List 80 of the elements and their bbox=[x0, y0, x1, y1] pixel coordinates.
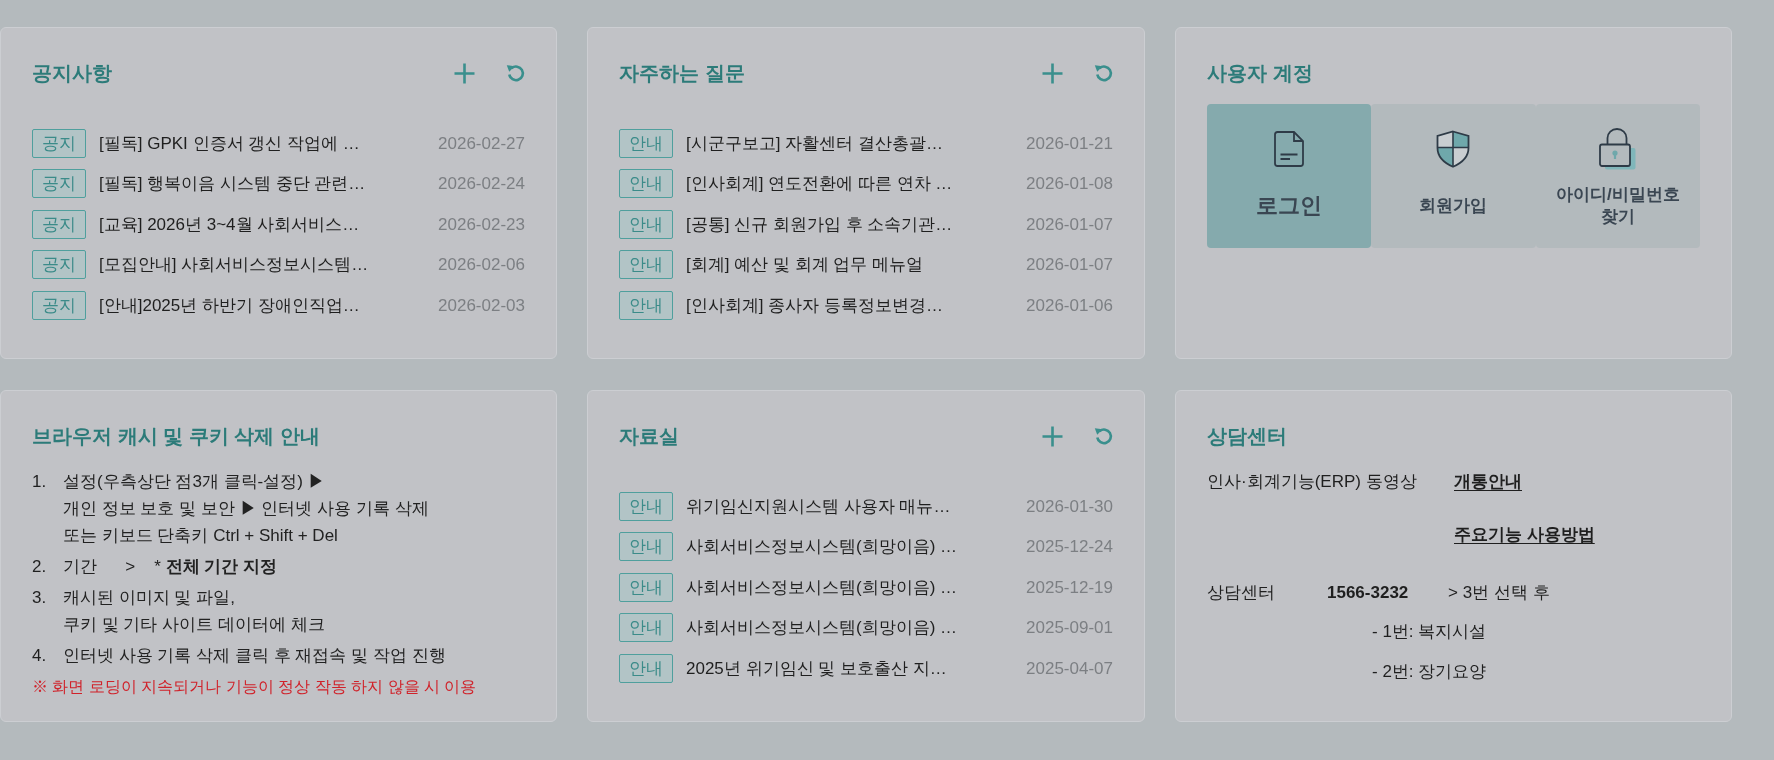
step-number: 3. bbox=[32, 587, 48, 609]
post-date: 2026-01-30 bbox=[1026, 495, 1113, 518]
menu-instruction: > 3번 선택 후 bbox=[1448, 582, 1550, 604]
post-date: 2026-02-06 bbox=[438, 254, 525, 276]
post-title-link[interactable]: [모집안내] 사회서비스정보시스템… bbox=[99, 252, 429, 278]
panel-title: 공지사항 bbox=[32, 61, 112, 86]
post-title-link[interactable]: [필독] GPKI 인증서 갱신 작업에 … bbox=[99, 130, 429, 156]
post-date: 2025-09-01 bbox=[1026, 617, 1113, 639]
post-title-link[interactable]: 사회서비스정보시스템(희망이음) … bbox=[686, 615, 1017, 641]
plus-icon[interactable] bbox=[454, 62, 475, 84]
post-date: 2025-04-07 bbox=[1026, 657, 1113, 680]
post-title-link[interactable]: 위기임신지원시스템 사용자 매뉴… bbox=[686, 493, 1017, 519]
step-number: 4. bbox=[32, 645, 48, 667]
post-date: 2026-01-08 bbox=[1026, 173, 1113, 195]
guide-link[interactable]: 개통안내 bbox=[1454, 468, 1522, 495]
post-title-link[interactable]: [인사회계] 종사자 등록정보변경… bbox=[686, 292, 1017, 318]
post-date: 2026-02-24 bbox=[438, 173, 525, 195]
post-title-link[interactable]: [시군구보고] 자활센터 결산총괄… bbox=[686, 130, 1017, 156]
shield-icon bbox=[1436, 130, 1471, 168]
post-title-link[interactable]: [인사회계] 연도전환에 따른 연차 … bbox=[686, 171, 1017, 197]
signup-button[interactable]: 회원가입 bbox=[1371, 104, 1536, 248]
phone-label: 상담센터 bbox=[1207, 582, 1276, 604]
document-icon bbox=[1274, 131, 1305, 167]
padlock-icon bbox=[1599, 128, 1637, 170]
post-date: 2025-12-24 bbox=[1026, 536, 1113, 558]
step-number: 1. bbox=[32, 471, 48, 493]
plus-icon[interactable] bbox=[1042, 62, 1063, 84]
refresh-icon[interactable] bbox=[1094, 63, 1114, 83]
phone-number: 1566-3232 bbox=[1327, 582, 1410, 604]
post-date: 2026-02-23 bbox=[438, 213, 525, 236]
category-tag: 안내 bbox=[619, 250, 673, 280]
post-date: 2026-02-27 bbox=[438, 132, 525, 155]
category-tag: 안내 bbox=[619, 491, 673, 521]
category-tag: 공지 bbox=[32, 169, 86, 199]
step-text: 인터넷 사용 기록 삭제 클릭 후 재접속 및 작업 진행 bbox=[63, 645, 446, 667]
menu-option: - 2번: 장기요양 bbox=[1372, 658, 1487, 685]
post-date: 2026-01-21 bbox=[1026, 132, 1113, 155]
panel-title: 사용자 계정 bbox=[1207, 61, 1313, 86]
post-date: 2026-01-07 bbox=[1026, 254, 1113, 276]
step-number: 2. bbox=[32, 556, 48, 578]
post-date: 2025-12-19 bbox=[1026, 576, 1113, 599]
refresh-icon[interactable] bbox=[1094, 426, 1114, 446]
video-label: 인사·회계기능(ERP) 동영상 bbox=[1207, 471, 1418, 493]
category-tag: 안내 bbox=[619, 128, 673, 158]
guide-link[interactable]: 주요기능 사용방법 bbox=[1454, 521, 1595, 548]
category-tag: 안내 bbox=[619, 532, 673, 562]
category-tag: 안내 bbox=[619, 209, 673, 239]
step-text: 기간 > *전체 기간 지정 bbox=[63, 556, 277, 578]
post-title-link[interactable]: [교육] 2026년 3~4월 사회서비스… bbox=[99, 211, 429, 237]
post-title-link[interactable]: 2025년 위기임신 및 보호출산 지… bbox=[686, 655, 1017, 681]
category-tag: 공지 bbox=[32, 290, 86, 320]
post-title-link[interactable]: [회계] 예산 및 회계 업무 메뉴얼 bbox=[686, 252, 1017, 278]
post-date: 2026-01-07 bbox=[1026, 213, 1113, 236]
plus-icon[interactable] bbox=[1042, 425, 1063, 447]
post-date: 2026-01-06 bbox=[1026, 294, 1113, 317]
category-tag: 안내 bbox=[619, 653, 673, 683]
category-tag: 안내 bbox=[619, 572, 673, 602]
warning-note: ※ 화면 로딩이 지속되거나 기능이 정상 작동 하지 않을 시 이용 bbox=[32, 677, 478, 697]
login-button[interactable]: 로그인 bbox=[1207, 104, 1372, 248]
post-date: 2026-02-03 bbox=[438, 294, 525, 317]
category-tag: 공지 bbox=[32, 209, 86, 239]
find-id-password-button[interactable]: 아이디/비밀번호 찾기 bbox=[1535, 104, 1700, 248]
post-title-link[interactable]: [공통] 신규 회원가입 후 소속기관… bbox=[686, 211, 1017, 237]
category-tag: 공지 bbox=[32, 128, 86, 158]
menu-option: - 1번: 복지시설 bbox=[1372, 618, 1487, 645]
category-tag: 공지 bbox=[32, 250, 86, 280]
step-text: 캐시된 이미지 및 파일, 쿠키 및 기타 사이트 데이터에 체크 bbox=[63, 587, 325, 636]
category-tag: 안내 bbox=[619, 169, 673, 199]
post-title-link[interactable]: 사회서비스정보시스템(희망이음) … bbox=[686, 534, 1017, 560]
post-title-link[interactable]: [안내]2025년 하반기 장애인직업… bbox=[99, 292, 429, 318]
step-text: 설정(우측상단 점3개 클릭-설정) ▶ 개인 정보 보호 및 보안 ▶ 인터넷 사용 기록 삭제 또는 키보드 단축키 Ctrl + Shift + Del bbox=[63, 471, 429, 547]
refresh-icon[interactable] bbox=[506, 63, 526, 83]
panel-title: 자주하는 질문 bbox=[619, 61, 745, 86]
panel-title: 상담센터 bbox=[1207, 424, 1287, 449]
post-title-link[interactable]: 사회서비스정보시스템(희망이음) … bbox=[686, 574, 1017, 600]
post-title-link[interactable]: [필독] 행복이음 시스템 중단 관련… bbox=[99, 171, 429, 197]
panel-title: 자료실 bbox=[619, 424, 679, 449]
panel-title: 브라우저 캐시 및 쿠키 삭제 안내 bbox=[32, 424, 320, 449]
category-tag: 안내 bbox=[619, 290, 673, 320]
category-tag: 안내 bbox=[619, 613, 673, 643]
